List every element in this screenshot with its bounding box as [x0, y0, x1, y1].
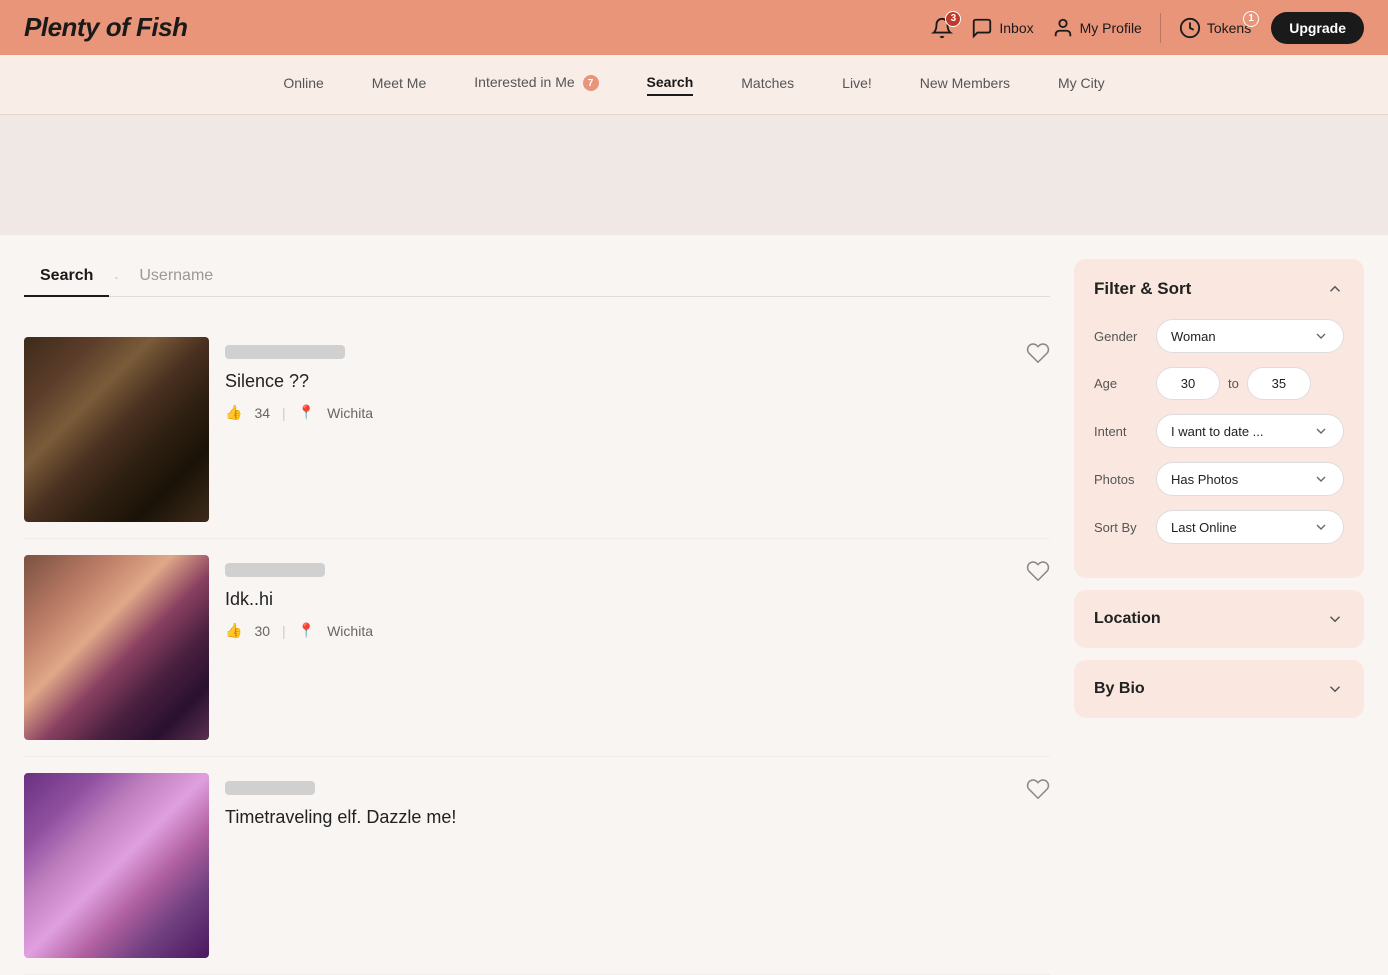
age-max-input[interactable]: 35 — [1247, 367, 1311, 400]
photos-label: Photos — [1094, 472, 1146, 487]
bio-title: By Bio — [1094, 680, 1145, 698]
profile-info: Silence ?? 👍 34 | 📍 Wichita — [225, 337, 1050, 421]
username-blurred — [225, 563, 325, 577]
bio-expand-icon[interactable] — [1326, 680, 1344, 698]
inbox-button[interactable]: Inbox — [971, 17, 1033, 39]
profile-location: Wichita — [327, 623, 373, 639]
profile-age: 34 — [254, 405, 270, 421]
tab-search[interactable]: Search — [24, 259, 109, 297]
nav-item-live[interactable]: Live! — [842, 75, 872, 95]
profile-image[interactable] — [24, 555, 209, 740]
age-min-input[interactable]: 30 — [1156, 367, 1220, 400]
tokens-button[interactable]: 1 Tokens — [1179, 17, 1251, 39]
notifications-button[interactable]: 3 — [931, 17, 953, 39]
intent-value: I want to date ... — [1171, 424, 1264, 439]
banner-area — [0, 115, 1388, 235]
filter-row-age: Age 30 to 35 — [1094, 367, 1344, 400]
nav-item-search[interactable]: Search — [647, 74, 694, 96]
profile-age-icon: 👍 — [225, 622, 242, 639]
username-blurred — [225, 781, 315, 795]
location-title: Location — [1094, 610, 1161, 628]
sort-label: Sort By — [1094, 520, 1146, 535]
inbox-label: Inbox — [999, 20, 1033, 36]
search-tabs: Search · Username — [24, 259, 1050, 297]
nav-item-my-city[interactable]: My City — [1058, 75, 1105, 95]
header-icons: 3 Inbox My Profile 1 Tokens — [931, 13, 1251, 43]
upgrade-button[interactable]: Upgrade — [1271, 12, 1364, 44]
main-area: Search · Username Silence ?? 👍 34 | 📍 Wi… — [0, 235, 1388, 975]
photos-select[interactable]: Has Photos — [1156, 462, 1344, 496]
filter-title: Filter & Sort — [1094, 279, 1191, 299]
sidebar: Filter & Sort Gender Woman Age 30 to — [1074, 259, 1364, 975]
nav-item-interested-in-me[interactable]: Interested in Me 7 — [474, 74, 598, 95]
filter-collapse-icon[interactable] — [1326, 280, 1344, 298]
main-nav: Online Meet Me Interested in Me 7 Search… — [0, 55, 1388, 115]
username-blurred — [225, 345, 345, 359]
filter-row-sort: Sort By Last Online — [1094, 510, 1344, 544]
intent-select[interactable]: I want to date ... — [1156, 414, 1344, 448]
bio-card: By Bio — [1074, 660, 1364, 718]
location-header: Location — [1094, 610, 1344, 628]
sort-select[interactable]: Last Online — [1156, 510, 1344, 544]
header: Plenty of Fish 3 Inbox My Profile 1 — [0, 0, 1388, 55]
tokens-badge: 1 — [1243, 11, 1259, 27]
age-range: 30 to 35 — [1156, 367, 1311, 400]
bio-header: By Bio — [1094, 680, 1344, 698]
tab-separator: · — [113, 267, 119, 288]
location-card: Location — [1074, 590, 1364, 648]
filter-row-photos: Photos Has Photos — [1094, 462, 1344, 496]
profile-name: Timetraveling elf. Dazzle me! — [225, 807, 1050, 828]
tab-username[interactable]: Username — [123, 259, 229, 297]
gender-select[interactable]: Woman — [1156, 319, 1344, 353]
profile-name: Silence ?? — [225, 371, 1050, 392]
intent-label: Intent — [1094, 424, 1146, 439]
nav-item-online[interactable]: Online — [283, 75, 323, 95]
age-to-label: to — [1228, 376, 1239, 391]
profile-card: Silence ?? 👍 34 | 📍 Wichita — [24, 321, 1050, 539]
header-right: 3 Inbox My Profile 1 Tokens Upgrade — [931, 12, 1364, 44]
profile-card: Timetraveling elf. Dazzle me! — [24, 757, 1050, 975]
profile-age-icon: 👍 — [225, 404, 242, 421]
location-icon: 📍 — [298, 622, 315, 639]
filter-row-intent: Intent I want to date ... — [1094, 414, 1344, 448]
profile-info: Timetraveling elf. Dazzle me! — [225, 773, 1050, 840]
profile-card: Idk..hi 👍 30 | 📍 Wichita — [24, 539, 1050, 757]
logo: Plenty of Fish — [24, 12, 187, 43]
interested-in-me-badge: 7 — [583, 75, 599, 91]
profile-name: Idk..hi — [225, 589, 1050, 610]
filter-header: Filter & Sort — [1094, 279, 1344, 299]
filter-card: Filter & Sort Gender Woman Age 30 to — [1074, 259, 1364, 578]
like-button[interactable] — [1026, 341, 1050, 368]
my-profile-button[interactable]: My Profile — [1052, 17, 1142, 39]
age-label: Age — [1094, 376, 1146, 391]
profile-meta: 👍 34 | 📍 Wichita — [225, 404, 1050, 421]
gender-label: Gender — [1094, 329, 1146, 344]
location-icon: 📍 — [298, 404, 315, 421]
location-expand-icon[interactable] — [1326, 610, 1344, 628]
header-divider — [1160, 13, 1161, 43]
notification-badge: 3 — [945, 11, 961, 27]
sort-value: Last Online — [1171, 520, 1237, 535]
profile-age: 30 — [254, 623, 270, 639]
like-button[interactable] — [1026, 777, 1050, 804]
nav-item-meet-me[interactable]: Meet Me — [372, 75, 426, 95]
profile-meta: 👍 30 | 📍 Wichita — [225, 622, 1050, 639]
profile-info: Idk..hi 👍 30 | 📍 Wichita — [225, 555, 1050, 639]
profile-image[interactable] — [24, 773, 209, 958]
my-profile-label: My Profile — [1080, 20, 1142, 36]
photos-value: Has Photos — [1171, 472, 1238, 487]
nav-item-matches[interactable]: Matches — [741, 75, 794, 95]
profile-location: Wichita — [327, 405, 373, 421]
gender-value: Woman — [1171, 329, 1216, 344]
filter-row-gender: Gender Woman — [1094, 319, 1344, 353]
like-button[interactable] — [1026, 559, 1050, 586]
nav-item-new-members[interactable]: New Members — [920, 75, 1010, 95]
profile-image[interactable] — [24, 337, 209, 522]
content-area: Search · Username Silence ?? 👍 34 | 📍 Wi… — [24, 259, 1050, 975]
